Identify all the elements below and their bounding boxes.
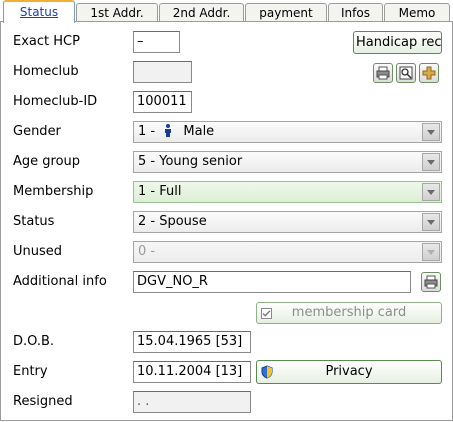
unused-select[interactable]: 0 - xyxy=(133,241,442,263)
tab-infos[interactable]: Infos xyxy=(328,3,383,21)
preview-icon xyxy=(399,66,413,80)
tab-1st-addr[interactable]: 1st Addr. xyxy=(76,3,158,21)
privacy-shield-icon xyxy=(261,365,273,379)
status-label: Status xyxy=(13,214,55,229)
membership-value: 1 - Full xyxy=(138,184,182,199)
chevron-down-icon[interactable] xyxy=(422,153,440,171)
gender-label: Gender xyxy=(13,124,61,139)
status-panel: Exact HCP – Handicap reco Homeclub Homec… xyxy=(0,22,453,421)
entry-field[interactable]: 10.11.2004 [13] xyxy=(133,361,251,383)
add-homeclub-button[interactable] xyxy=(419,63,439,83)
dob-label: D.O.B. xyxy=(13,334,55,349)
exact-hcp-field[interactable]: – xyxy=(133,31,180,53)
gender-code: 1 - xyxy=(138,124,156,139)
status-select[interactable]: 2 - Spouse xyxy=(133,211,442,233)
additional-info-field[interactable]: DGV_NO_R xyxy=(133,271,411,293)
print-button[interactable] xyxy=(373,63,393,83)
unused-label: Unused xyxy=(13,244,63,259)
dob-field[interactable]: 15.04.1965 [53] xyxy=(133,331,251,353)
print-info-button[interactable] xyxy=(421,272,441,292)
privacy-label: Privacy xyxy=(325,364,373,379)
tab-strip: Status 1st Addr. 2nd Addr. payment Infos… xyxy=(0,0,453,23)
resigned-field[interactable]: . . xyxy=(133,391,251,413)
homeclub-id-field[interactable]: 100011 xyxy=(133,91,192,113)
additional-info-label: Additional info xyxy=(13,274,107,289)
chevron-down-icon[interactable] xyxy=(422,213,440,231)
printer-icon xyxy=(424,275,438,289)
tab-payment[interactable]: payment xyxy=(245,3,327,21)
chevron-down-icon[interactable] xyxy=(422,123,440,141)
tab-memo[interactable]: Memo xyxy=(384,3,450,21)
gender-value: Male xyxy=(183,124,215,139)
status-value: 2 - Spouse xyxy=(138,214,207,229)
handicap-record-button[interactable]: Handicap reco xyxy=(353,31,442,54)
homeclub-field[interactable] xyxy=(133,61,192,83)
preview-button[interactable] xyxy=(396,63,416,83)
privacy-button[interactable]: Privacy xyxy=(256,360,442,384)
printer-icon xyxy=(376,66,390,80)
homeclub-id-label: Homeclub-ID xyxy=(13,94,98,109)
exact-hcp-label: Exact HCP xyxy=(13,34,80,49)
chevron-down-icon[interactable] xyxy=(422,183,440,201)
age-group-label: Age group xyxy=(13,154,81,169)
membership-select[interactable]: 1 - Full xyxy=(133,181,442,203)
unused-value: 0 - xyxy=(138,244,156,259)
entry-label: Entry xyxy=(13,364,48,379)
person-icon xyxy=(165,124,172,137)
resigned-label: Resigned xyxy=(13,394,73,409)
membership-card-button[interactable]: membership card xyxy=(256,302,442,324)
gender-select[interactable]: 1 - Male xyxy=(133,121,442,143)
age-group-value: 5 - Young senior xyxy=(138,154,243,169)
homeclub-label: Homeclub xyxy=(13,64,79,79)
tab-2nd-addr[interactable]: 2nd Addr. xyxy=(159,3,244,21)
membership-label: Membership xyxy=(13,184,94,199)
membership-card-label: membership card xyxy=(291,305,407,320)
plus-icon xyxy=(422,66,436,80)
age-group-select[interactable]: 5 - Young senior xyxy=(133,151,442,173)
checkbox-icon xyxy=(261,308,272,319)
tab-status[interactable]: Status xyxy=(3,0,75,23)
chevron-down-icon[interactable] xyxy=(422,243,440,261)
